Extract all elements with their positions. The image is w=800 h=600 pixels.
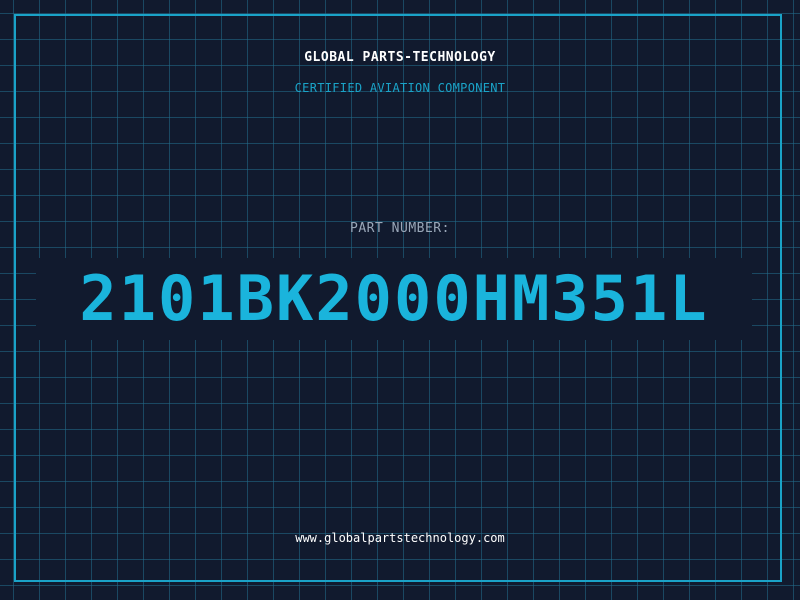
website-url: www.globalpartstechnology.com [295, 531, 505, 545]
part-number-label: PART NUMBER: [350, 221, 450, 236]
company-tagline: CERTIFIED AVIATION COMPONENT [294, 81, 506, 95]
part-number-value: 2101BK2000HM351L [79, 262, 709, 335]
part-label-card: GLOBAL PARTS-TECHNOLOGY CERTIFIED AVIATI… [0, 0, 800, 600]
part-number-panel: 2101BK2000HM351L [36, 258, 752, 340]
company-name: GLOBAL PARTS-TECHNOLOGY [304, 50, 496, 65]
